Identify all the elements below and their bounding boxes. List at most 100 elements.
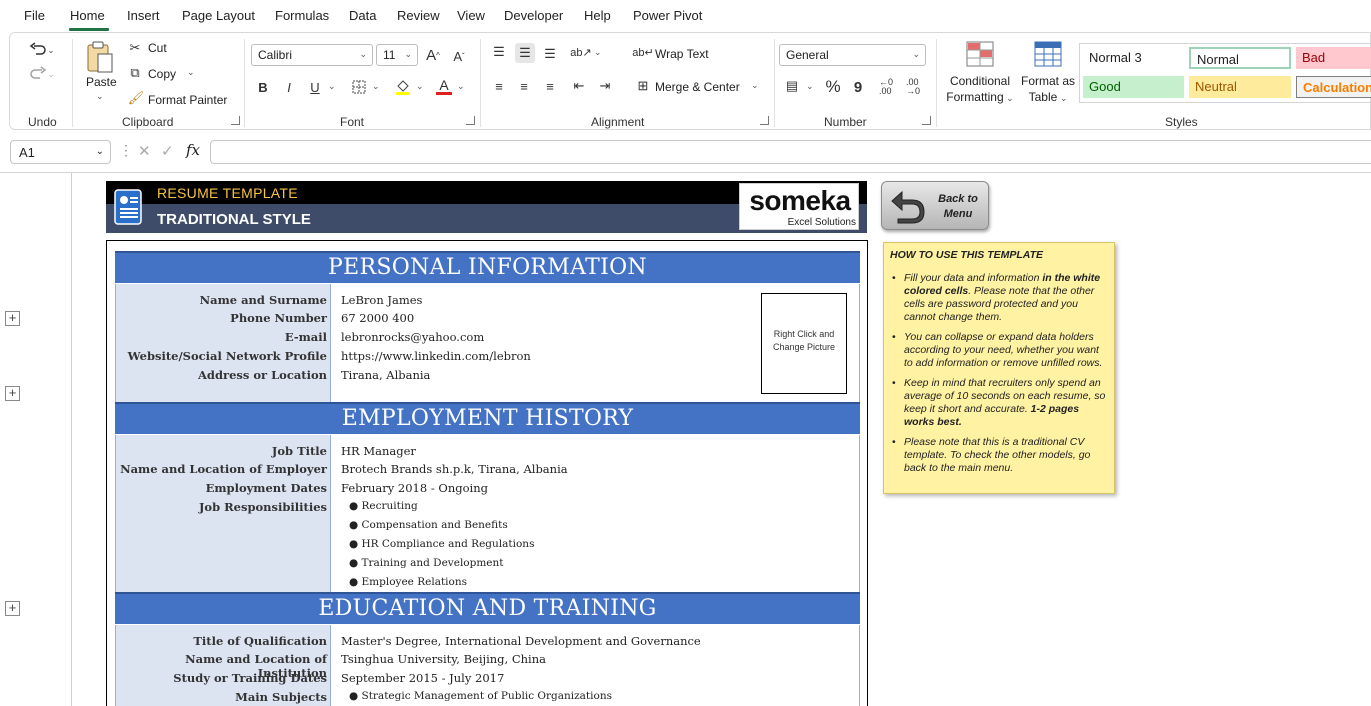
responsibility-item[interactable]: ● Compensation and Benefits xyxy=(349,519,508,531)
formula-input[interactable] xyxy=(210,140,1371,164)
employer-value[interactable]: Brotech Brands sh.p.k, Tirana, Albania xyxy=(341,462,568,476)
align-top-icon[interactable]: ☰ xyxy=(490,43,508,61)
responsibility-item[interactable]: ● Employee Relations xyxy=(349,576,467,588)
decrease-font-icon[interactable]: Aˇ xyxy=(450,46,468,66)
conditional-formatting-button[interactable]: Conditional Formatting ⌄ xyxy=(946,73,1014,106)
borders-icon[interactable] xyxy=(350,77,368,97)
clipboard-launcher-icon[interactable] xyxy=(231,116,240,125)
someka-logo[interactable]: someka Excel Solutions xyxy=(739,183,859,230)
note-item: Please note that this is a traditional C… xyxy=(890,436,1108,475)
paste-button[interactable]: Paste xyxy=(86,75,117,89)
tab-help[interactable]: Help xyxy=(584,8,611,23)
tab-developer[interactable]: Developer xyxy=(504,8,563,23)
study-dates-value[interactable]: September 2015 - July 2017 xyxy=(341,671,504,685)
alignment-launcher-icon[interactable] xyxy=(760,116,769,125)
orientation-icon[interactable]: ab↗ xyxy=(570,43,592,61)
expand-group-icon[interactable]: + xyxy=(5,601,20,616)
font-color-dropdown[interactable]: ⌄ xyxy=(457,81,465,92)
qualification-value[interactable]: Master's Degree, International Developme… xyxy=(341,634,701,648)
job-title-value[interactable]: HR Manager xyxy=(341,444,416,458)
name-value[interactable]: LeBron James xyxy=(341,293,422,307)
subject-item[interactable]: ● Strategic Management of Public Organiz… xyxy=(349,690,612,702)
undo-button[interactable]: ⌄ xyxy=(24,39,60,61)
font-size-select[interactable]: 11 ⌄ xyxy=(376,44,418,66)
tab-home[interactable]: Home xyxy=(70,8,105,23)
increase-font-icon[interactable]: A ^ xyxy=(424,45,442,65)
label-column: Job Title Name and Location of Employer … xyxy=(115,435,331,592)
cut-button[interactable]: Cut xyxy=(148,41,167,55)
redo-button[interactable]: ⌄ xyxy=(24,63,60,85)
cut-icon: ✂ xyxy=(129,40,141,55)
accounting-format-icon[interactable]: ▤ xyxy=(782,77,802,95)
increase-indent-icon[interactable]: ⇥ xyxy=(596,77,614,95)
tab-view[interactable]: View xyxy=(457,8,485,23)
align-right-icon[interactable]: ≡ xyxy=(541,77,559,95)
profile-picture-placeholder[interactable]: Right Click and Change Picture xyxy=(761,293,847,394)
decrease-decimal-icon[interactable]: .00 →0 xyxy=(903,77,923,97)
font-launcher-icon[interactable] xyxy=(466,116,475,125)
format-as-table-button[interactable]: Format as Table ⌄ xyxy=(1018,73,1078,106)
expand-group-icon[interactable]: + xyxy=(5,311,20,326)
underline-button[interactable]: U xyxy=(306,77,324,97)
fill-color-dropdown[interactable]: ⌄ xyxy=(416,81,424,92)
copy-dropdown[interactable]: ⌄ xyxy=(187,67,195,78)
expand-group-icon[interactable]: + xyxy=(5,386,20,401)
email-value[interactable]: lebronrocks@yahoo.com xyxy=(341,330,484,344)
merge-center-dropdown[interactable]: ⌄ xyxy=(751,80,759,91)
decrease-indent-icon[interactable]: ⇤ xyxy=(570,77,588,95)
group-label-number: Number xyxy=(824,115,867,129)
style-normal-3[interactable]: Normal 3 xyxy=(1083,47,1183,69)
cancel-icon[interactable]: ✕ xyxy=(138,142,151,160)
worksheet: + + + RESUME TEMPLATE TRADITIONAL STYLE … xyxy=(0,172,1371,706)
tab-page-layout[interactable]: Page Layout xyxy=(182,8,255,23)
copy-button[interactable]: Copy xyxy=(148,67,176,81)
paste-icon[interactable] xyxy=(82,39,118,75)
align-left-icon[interactable]: ≡ xyxy=(490,77,508,95)
number-launcher-icon[interactable] xyxy=(922,116,931,125)
website-value[interactable]: https://www.linkedin.com/lebron xyxy=(341,349,531,363)
enter-icon[interactable]: ✓ xyxy=(161,142,174,160)
style-calculation[interactable]: Calculation xyxy=(1296,76,1371,98)
back-to-menu-button[interactable]: Back to Menu xyxy=(881,181,989,230)
underline-dropdown[interactable]: ⌄ xyxy=(328,81,336,92)
italic-button[interactable]: I xyxy=(280,77,298,97)
tab-file[interactable]: File xyxy=(24,8,45,23)
tab-data[interactable]: Data xyxy=(349,8,376,23)
wrap-text-button[interactable]: Wrap Text xyxy=(655,47,709,61)
orientation-dropdown[interactable]: ⌄ xyxy=(594,47,602,58)
comma-style-button[interactable]: 9 xyxy=(850,77,866,97)
font-name-select[interactable]: Calibri ⌄ xyxy=(251,44,373,66)
responsibility-item[interactable]: ● Training and Development xyxy=(349,557,504,569)
tab-formulas[interactable]: Formulas xyxy=(275,8,329,23)
employment-dates-value[interactable]: February 2018 - Ongoing xyxy=(341,481,488,495)
merge-center-button[interactable]: Merge & Center xyxy=(655,80,740,94)
font-color-icon[interactable]: A xyxy=(435,75,453,97)
style-bad[interactable]: Bad xyxy=(1296,47,1371,69)
name-box[interactable]: A1 ⌄ xyxy=(10,140,111,164)
phone-value[interactable]: 67 2000 400 xyxy=(341,311,414,325)
institution-value[interactable]: Tsinghua University, Beijing, China xyxy=(341,652,546,666)
tab-review[interactable]: Review xyxy=(397,8,440,23)
tab-power-pivot[interactable]: Power Pivot xyxy=(633,8,702,23)
address-value[interactable]: Tirana, Albania xyxy=(341,368,430,382)
style-neutral[interactable]: Neutral xyxy=(1189,76,1291,98)
fill-color-icon[interactable] xyxy=(394,77,412,97)
borders-dropdown[interactable]: ⌄ xyxy=(372,81,380,92)
paste-dropdown[interactable]: ⌄ xyxy=(96,91,104,102)
style-normal[interactable]: Normal xyxy=(1189,47,1291,69)
style-good[interactable]: Good xyxy=(1083,76,1184,98)
increase-decimal-icon[interactable]: ←0.00 xyxy=(876,77,896,97)
accounting-dropdown[interactable]: ⌄ xyxy=(806,81,814,92)
bold-button[interactable]: B xyxy=(254,77,272,97)
insert-function-icon[interactable]: fx xyxy=(186,141,200,159)
field-label: Study or Training Dates xyxy=(173,671,327,685)
format-painter-button[interactable]: Format Painter xyxy=(148,93,227,107)
percent-style-button[interactable]: % xyxy=(822,77,844,97)
responsibility-item[interactable]: ● HR Compliance and Regulations xyxy=(349,538,534,550)
responsibility-item[interactable]: ● Recruiting xyxy=(349,500,418,512)
align-bottom-icon[interactable]: ☰ xyxy=(541,45,559,63)
align-middle-icon[interactable]: ☰ xyxy=(515,43,535,63)
tab-insert[interactable]: Insert xyxy=(127,8,160,23)
number-format-select[interactable]: General ⌄ xyxy=(779,44,926,66)
align-center-icon[interactable]: ≡ xyxy=(515,77,533,95)
